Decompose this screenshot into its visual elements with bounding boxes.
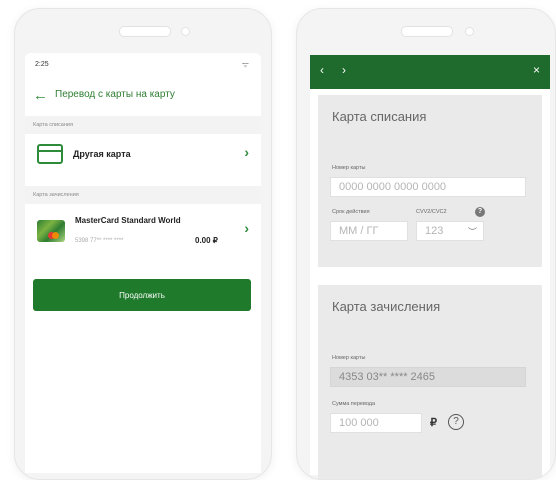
- card-name: MasterCard Standard World: [75, 216, 181, 225]
- top-bar: ‹ › ×: [310, 55, 550, 89]
- help-icon[interactable]: ?: [475, 207, 485, 217]
- phone-frame-right: ‹ › × Карта списания Номер карты 0000 00…: [296, 8, 556, 480]
- transfer-form-screen: ‹ › × Карта списания Номер карты 0000 00…: [310, 55, 550, 479]
- help-circle-icon[interactable]: ?: [448, 414, 464, 430]
- chevron-right-icon[interactable]: ›: [342, 63, 346, 77]
- chevron-left-icon[interactable]: ‹: [320, 63, 324, 77]
- front-camera: [465, 27, 474, 36]
- other-card-row[interactable]: Другая карта ›: [25, 134, 261, 174]
- other-card-label: Другая карта: [73, 149, 131, 159]
- signal-icon: ᯤ: [241, 60, 249, 69]
- app-bar: ← Перевод с карты на карту: [25, 81, 261, 111]
- section-header-debit: Карта списания: [25, 116, 261, 134]
- expiry-input[interactable]: ММ / ГГ: [330, 221, 408, 241]
- currency-ruble: ₽: [430, 417, 437, 429]
- phone-frame-left: 2:25 ᯤ ← Перевод с карты на карту Карта …: [14, 8, 272, 480]
- card-masked-number: 5398 77** **** ****: [75, 238, 124, 244]
- page-title: Перевод с карты на карту: [55, 89, 175, 100]
- back-arrow-icon[interactable]: ←: [33, 87, 48, 104]
- card-icon: [37, 144, 63, 164]
- transfer-screen: 2:25 ᯤ ← Перевод с карты на карту Карта …: [25, 53, 261, 473]
- status-time: 2:25: [35, 61, 49, 68]
- mastercard-image: [37, 220, 65, 242]
- chevron-right-icon: ›: [244, 144, 249, 160]
- section-header-credit: Карта зачисления: [25, 186, 261, 204]
- front-camera: [181, 27, 190, 36]
- debit-card-panel: Карта списания Номер карты 0000 0000 000…: [318, 95, 542, 267]
- debit-panel-title: Карта списания: [332, 109, 427, 124]
- cvv-label: CVV2/CVC2: [416, 209, 447, 215]
- card-number-readonly: 4353 03** **** 2465: [330, 367, 526, 387]
- card-balance: 0.00 ₽: [195, 236, 218, 245]
- card-number-label: Номер карты: [332, 165, 366, 171]
- credit-panel-title: Карта зачисления: [332, 299, 441, 314]
- card-number-label: Номер карты: [332, 355, 366, 361]
- speaker-grille: [401, 26, 453, 37]
- continue-button[interactable]: Продолжить: [33, 279, 251, 311]
- mastercard-row[interactable]: MasterCard Standard World 5398 77** ****…: [25, 204, 261, 260]
- card-number-input[interactable]: 0000 0000 0000 0000: [330, 177, 526, 197]
- expiry-label: Срок действия: [332, 209, 370, 215]
- credit-card-panel: Карта зачисления Номер карты 4353 03** *…: [318, 285, 542, 479]
- close-icon[interactable]: ×: [533, 63, 540, 77]
- speaker-grille: [119, 26, 171, 37]
- amount-label: Сумма перевода: [332, 401, 376, 407]
- hide-eye-icon[interactable]: ︶: [468, 225, 477, 238]
- amount-input[interactable]: 100 000: [330, 413, 422, 433]
- chevron-right-icon: ›: [244, 220, 249, 236]
